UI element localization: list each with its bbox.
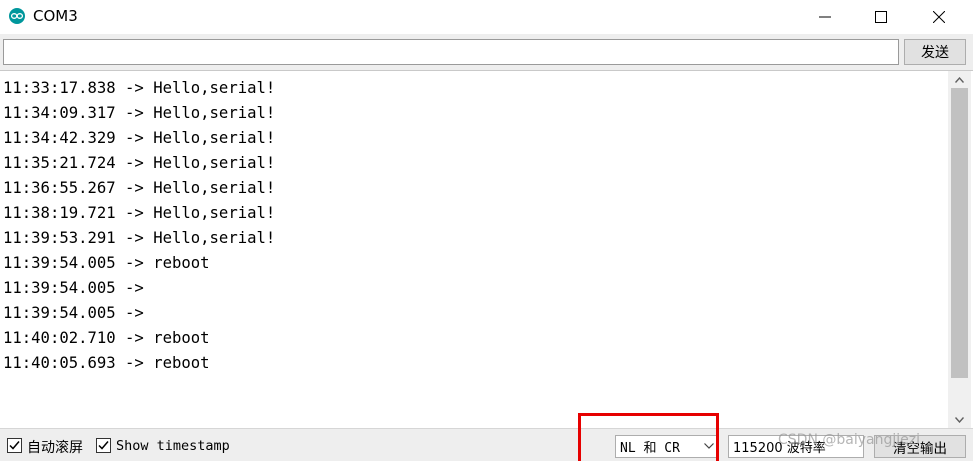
autoscroll-label: 自动滚屏 [27, 440, 83, 456]
output-line: 11:39:54.005 -> [3, 304, 154, 322]
show-timestamp-label: Show timestamp [116, 438, 230, 454]
vertical-scrollbar[interactable] [948, 71, 971, 428]
close-button[interactable] [910, 0, 968, 33]
close-icon [933, 10, 945, 23]
output-line: 11:39:54.005 -> reboot [3, 254, 210, 272]
output-line: 11:40:02.710 -> reboot [3, 329, 210, 347]
minimize-icon [819, 16, 831, 17]
output-line: 11:35:21.724 -> Hello,serial! [3, 154, 276, 172]
checkmark-icon [9, 441, 20, 450]
scroll-thumb[interactable] [951, 88, 968, 378]
title-bar: COM3 [0, 0, 973, 34]
maximize-icon [875, 10, 887, 23]
minimize-button[interactable] [796, 0, 854, 33]
window-title: COM3 [33, 7, 78, 25]
chevron-down-icon [704, 443, 714, 449]
serial-output-area[interactable]: 11:33:17.838 -> Hello,serial! 11:34:09.31… [0, 70, 973, 428]
scroll-up-button[interactable] [948, 71, 971, 88]
output-line: 11:36:55.267 -> Hello,serial! [3, 179, 276, 197]
scroll-down-button[interactable] [948, 411, 971, 428]
line-ending-value: NL 和 CR [620, 441, 680, 456]
output-line: 11:33:17.838 -> Hello,serial! [3, 79, 276, 97]
serial-output-text: 11:33:17.838 -> Hello,serial! 11:34:09.31… [3, 76, 943, 376]
baud-rate-dropdown[interactable]: 115200 波特率 [728, 435, 864, 458]
clear-output-button[interactable]: 清空输出 [874, 435, 966, 458]
status-bar: 自动滚屏 Show timestamp NL 和 CR 115200 波特率 清… [0, 428, 973, 461]
output-line: 11:34:09.317 -> Hello,serial! [3, 104, 276, 122]
output-line: 11:39:53.291 -> Hello,serial! [3, 229, 276, 247]
line-ending-dropdown[interactable]: NL 和 CR [615, 435, 719, 458]
baud-rate-value: 115200 波特率 [733, 441, 826, 456]
send-button[interactable]: 发送 [904, 39, 966, 65]
checkmark-icon [98, 441, 109, 450]
arduino-logo-icon [9, 8, 25, 24]
autoscroll-checkbox[interactable] [7, 438, 22, 453]
output-line: 11:38:19.721 -> Hello,serial! [3, 204, 276, 222]
output-line: 11:34:42.329 -> Hello,serial! [3, 129, 276, 147]
send-row: 发送 [0, 34, 973, 70]
output-line: 11:39:54.005 -> [3, 279, 154, 297]
send-input[interactable] [3, 39, 899, 65]
chevron-down-icon [955, 416, 964, 423]
output-line: 11:40:05.693 -> reboot [3, 354, 210, 372]
show-timestamp-checkbox[interactable] [96, 438, 111, 453]
maximize-button[interactable] [852, 0, 910, 33]
chevron-up-icon [955, 76, 964, 83]
